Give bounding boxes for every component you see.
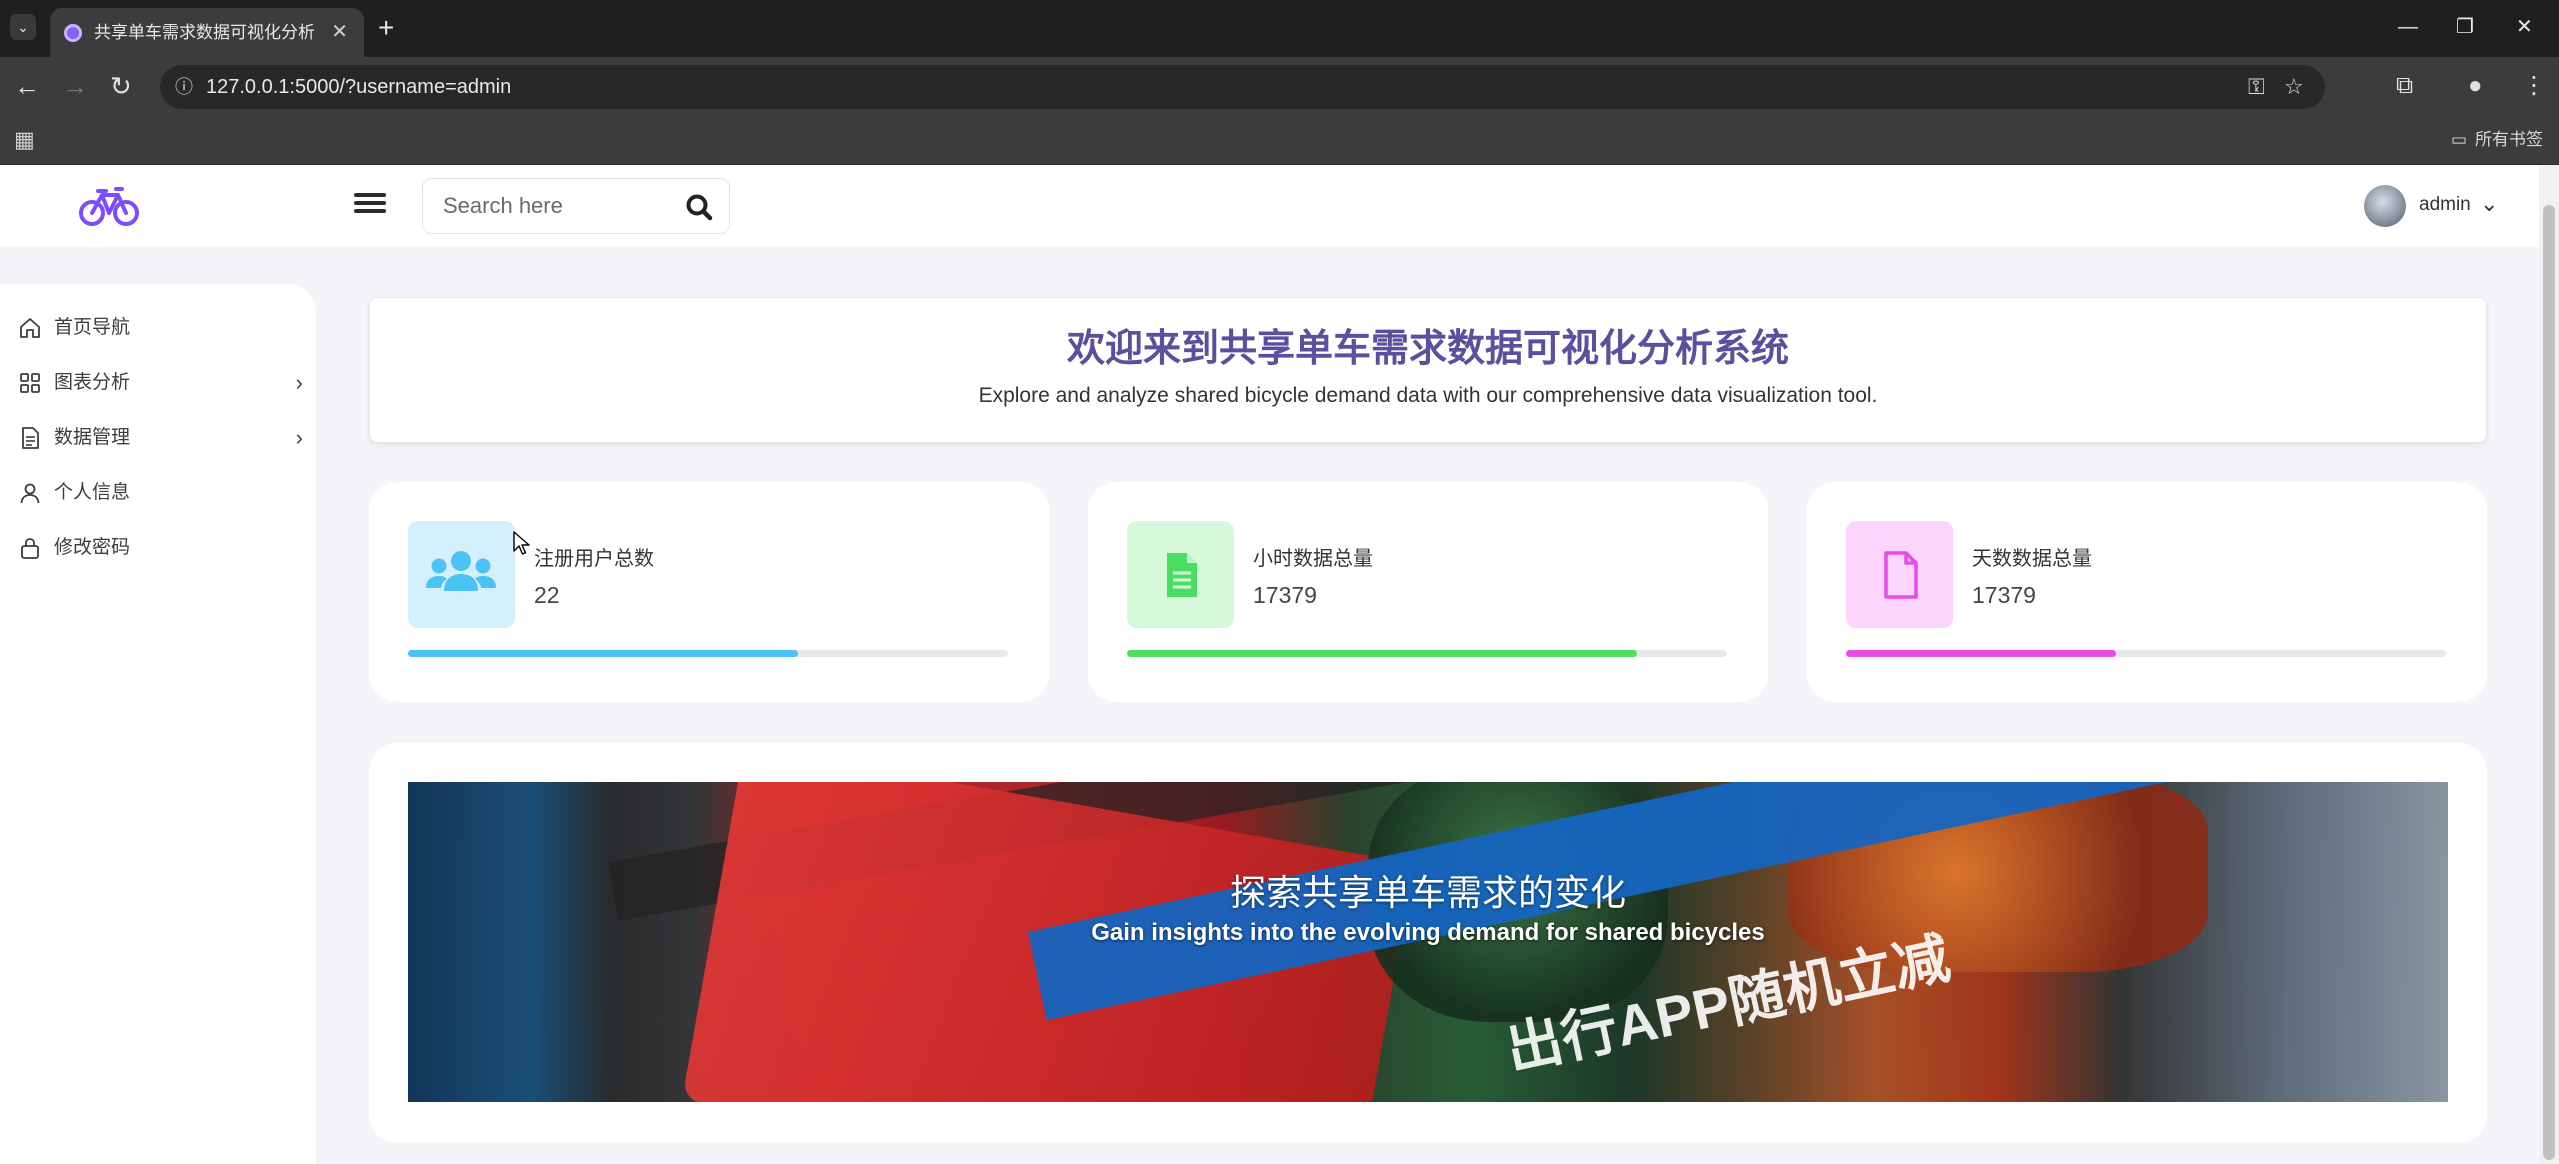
app-header: admin ⌄ [0, 165, 2539, 247]
grid-icon [20, 373, 40, 393]
lock-icon [21, 538, 39, 559]
new-tab-button[interactable]: + [378, 13, 394, 43]
apps-grid-icon[interactable]: ▦ [14, 128, 35, 152]
tab-search-chevron-icon[interactable]: ⌄ [10, 14, 36, 40]
stat-label: 注册用户总数 [534, 548, 654, 570]
site-info-icon[interactable]: ⓘ [170, 73, 198, 101]
page-scrollbar[interactable] [2539, 165, 2559, 1164]
page-content: admin ⌄ 首页导航 图表分析 › 数据管理 › 个人信息 修改密码 欢迎来… [0, 165, 2539, 1164]
browser-toolbar: ← → ↻ ⓘ 127.0.0.1:5000/?username=admin ☆… [0, 57, 2559, 116]
back-arrow-icon[interactable]: ← [14, 71, 40, 101]
all-bookmarks-button[interactable]: ▭ 所有书签 [2451, 129, 2543, 151]
menu-kebab-icon[interactable]: ⋮ [2522, 71, 2546, 101]
reload-icon[interactable]: ↻ [110, 71, 132, 101]
sidebar-item-label: 图表分析 [54, 372, 131, 393]
progress-bar [1846, 650, 2446, 657]
file-icon [1884, 551, 1918, 599]
profile-icon[interactable]: ● [2468, 71, 2483, 101]
extensions-icon[interactable]: ⧉ [2396, 71, 2413, 101]
stat-icon-box [1127, 521, 1234, 628]
scrollbar-thumb[interactable] [2543, 205, 2555, 1160]
bookmarks-bar: ▦ ▭ 所有书签 [0, 116, 2559, 165]
all-bookmarks-label: 所有书签 [2475, 130, 2543, 149]
progress-bar [1127, 650, 1727, 657]
hamburger-menu-icon[interactable] [354, 189, 386, 221]
tab-close-icon[interactable]: ✕ [331, 21, 348, 43]
stat-icon-box [408, 521, 515, 628]
progress-bar [408, 650, 1008, 657]
minimize-button[interactable]: — [2398, 14, 2418, 40]
stat-card-daily-data: 天数数据总量 17379 [1807, 482, 2487, 702]
chevron-right-icon: › [295, 370, 303, 395]
page-subtitle: Explore and analyze shared bicycle deman… [978, 384, 1878, 407]
stat-value: 17379 [1253, 582, 1317, 608]
search-box [422, 178, 730, 234]
bookmark-star-icon[interactable]: ☆ [2284, 73, 2304, 101]
folder-icon: ▭ [2450, 130, 2467, 149]
banner-image: 出行APP随机立减 探索共享单车需求的变化 Gain insights into… [408, 782, 2448, 1102]
banner-card: 出行APP随机立减 探索共享单车需求的变化 Gain insights into… [369, 743, 2487, 1143]
stat-label: 小时数据总量 [1253, 548, 1373, 570]
close-window-button[interactable]: ✕ [2516, 14, 2533, 40]
stat-card-users: 注册用户总数 22 [369, 482, 1049, 702]
stat-icon-box [1846, 521, 1953, 628]
home-icon [20, 318, 40, 338]
restore-button[interactable]: ❐ [2456, 14, 2474, 40]
progress-fill [408, 650, 798, 657]
browser-tab[interactable]: 共享单车需求数据可视化分析系 ✕ [50, 8, 364, 57]
welcome-card: 欢迎来到共享单车需求数据可视化分析系统 Explore and analyze … [369, 297, 2487, 443]
tab-favicon-icon [64, 24, 82, 42]
progress-fill [1127, 650, 1637, 657]
user-name[interactable]: admin [2419, 193, 2471, 217]
address-bar[interactable]: ⓘ 127.0.0.1:5000/?username=admin ☆ ⚿ [160, 65, 2325, 109]
search-input[interactable] [443, 191, 663, 221]
sidebar-item-profile[interactable]: 个人信息 [18, 473, 303, 513]
page-title: 欢迎来到共享单车需求数据可视化分析系统 [1066, 328, 1789, 370]
sidebar-item-label: 修改密码 [54, 537, 131, 558]
stat-value: 22 [534, 582, 560, 608]
sidebar-item-label: 个人信息 [54, 482, 131, 503]
document-icon [22, 427, 39, 449]
banner-subtitle: Gain insights into the evolving demand f… [1091, 919, 1765, 946]
browser-tab-bar: ⌄ 共享单车需求数据可视化分析系 ✕ + — ❐ ✕ [0, 0, 2559, 57]
chevron-right-icon: › [295, 425, 303, 450]
tab-title: 共享单车需求数据可视化分析系 [94, 23, 314, 42]
mouse-cursor-icon [513, 531, 530, 555]
stat-label: 天数数据总量 [1972, 548, 2092, 570]
forward-arrow-icon[interactable]: → [62, 71, 88, 101]
progress-fill [1846, 650, 2116, 657]
banner-title: 探索共享单车需求的变化 [1229, 872, 1626, 913]
sidebar-item-data-management[interactable]: 数据管理 › [18, 418, 303, 458]
url-text[interactable]: 127.0.0.1:5000/?username=admin [206, 75, 511, 99]
sidebar-item-change-password[interactable]: 修改密码 [18, 528, 303, 568]
sidebar-item-home[interactable]: 首页导航 [18, 308, 303, 348]
users-icon [426, 551, 496, 591]
file-text-icon [1167, 553, 1197, 597]
stat-value: 17379 [1972, 582, 2036, 608]
avatar[interactable] [2364, 185, 2406, 227]
password-key-icon[interactable]: ⚿ [2248, 73, 2265, 101]
sidebar-item-charts[interactable]: 图表分析 › [18, 363, 303, 403]
sidebar-item-label: 数据管理 [54, 427, 131, 448]
stat-card-hourly-data: 小时数据总量 17379 [1088, 482, 1768, 702]
user-menu[interactable]: admin ⌄ [2364, 181, 2504, 231]
bicycle-logo-icon[interactable] [78, 179, 140, 233]
user-icon [20, 483, 40, 504]
sidebar: 首页导航 图表分析 › 数据管理 › 个人信息 修改密码 [0, 284, 316, 1164]
chevron-down-icon[interactable]: ⌄ [2480, 189, 2498, 219]
sidebar-item-label: 首页导航 [54, 317, 131, 338]
search-icon[interactable] [685, 193, 713, 221]
